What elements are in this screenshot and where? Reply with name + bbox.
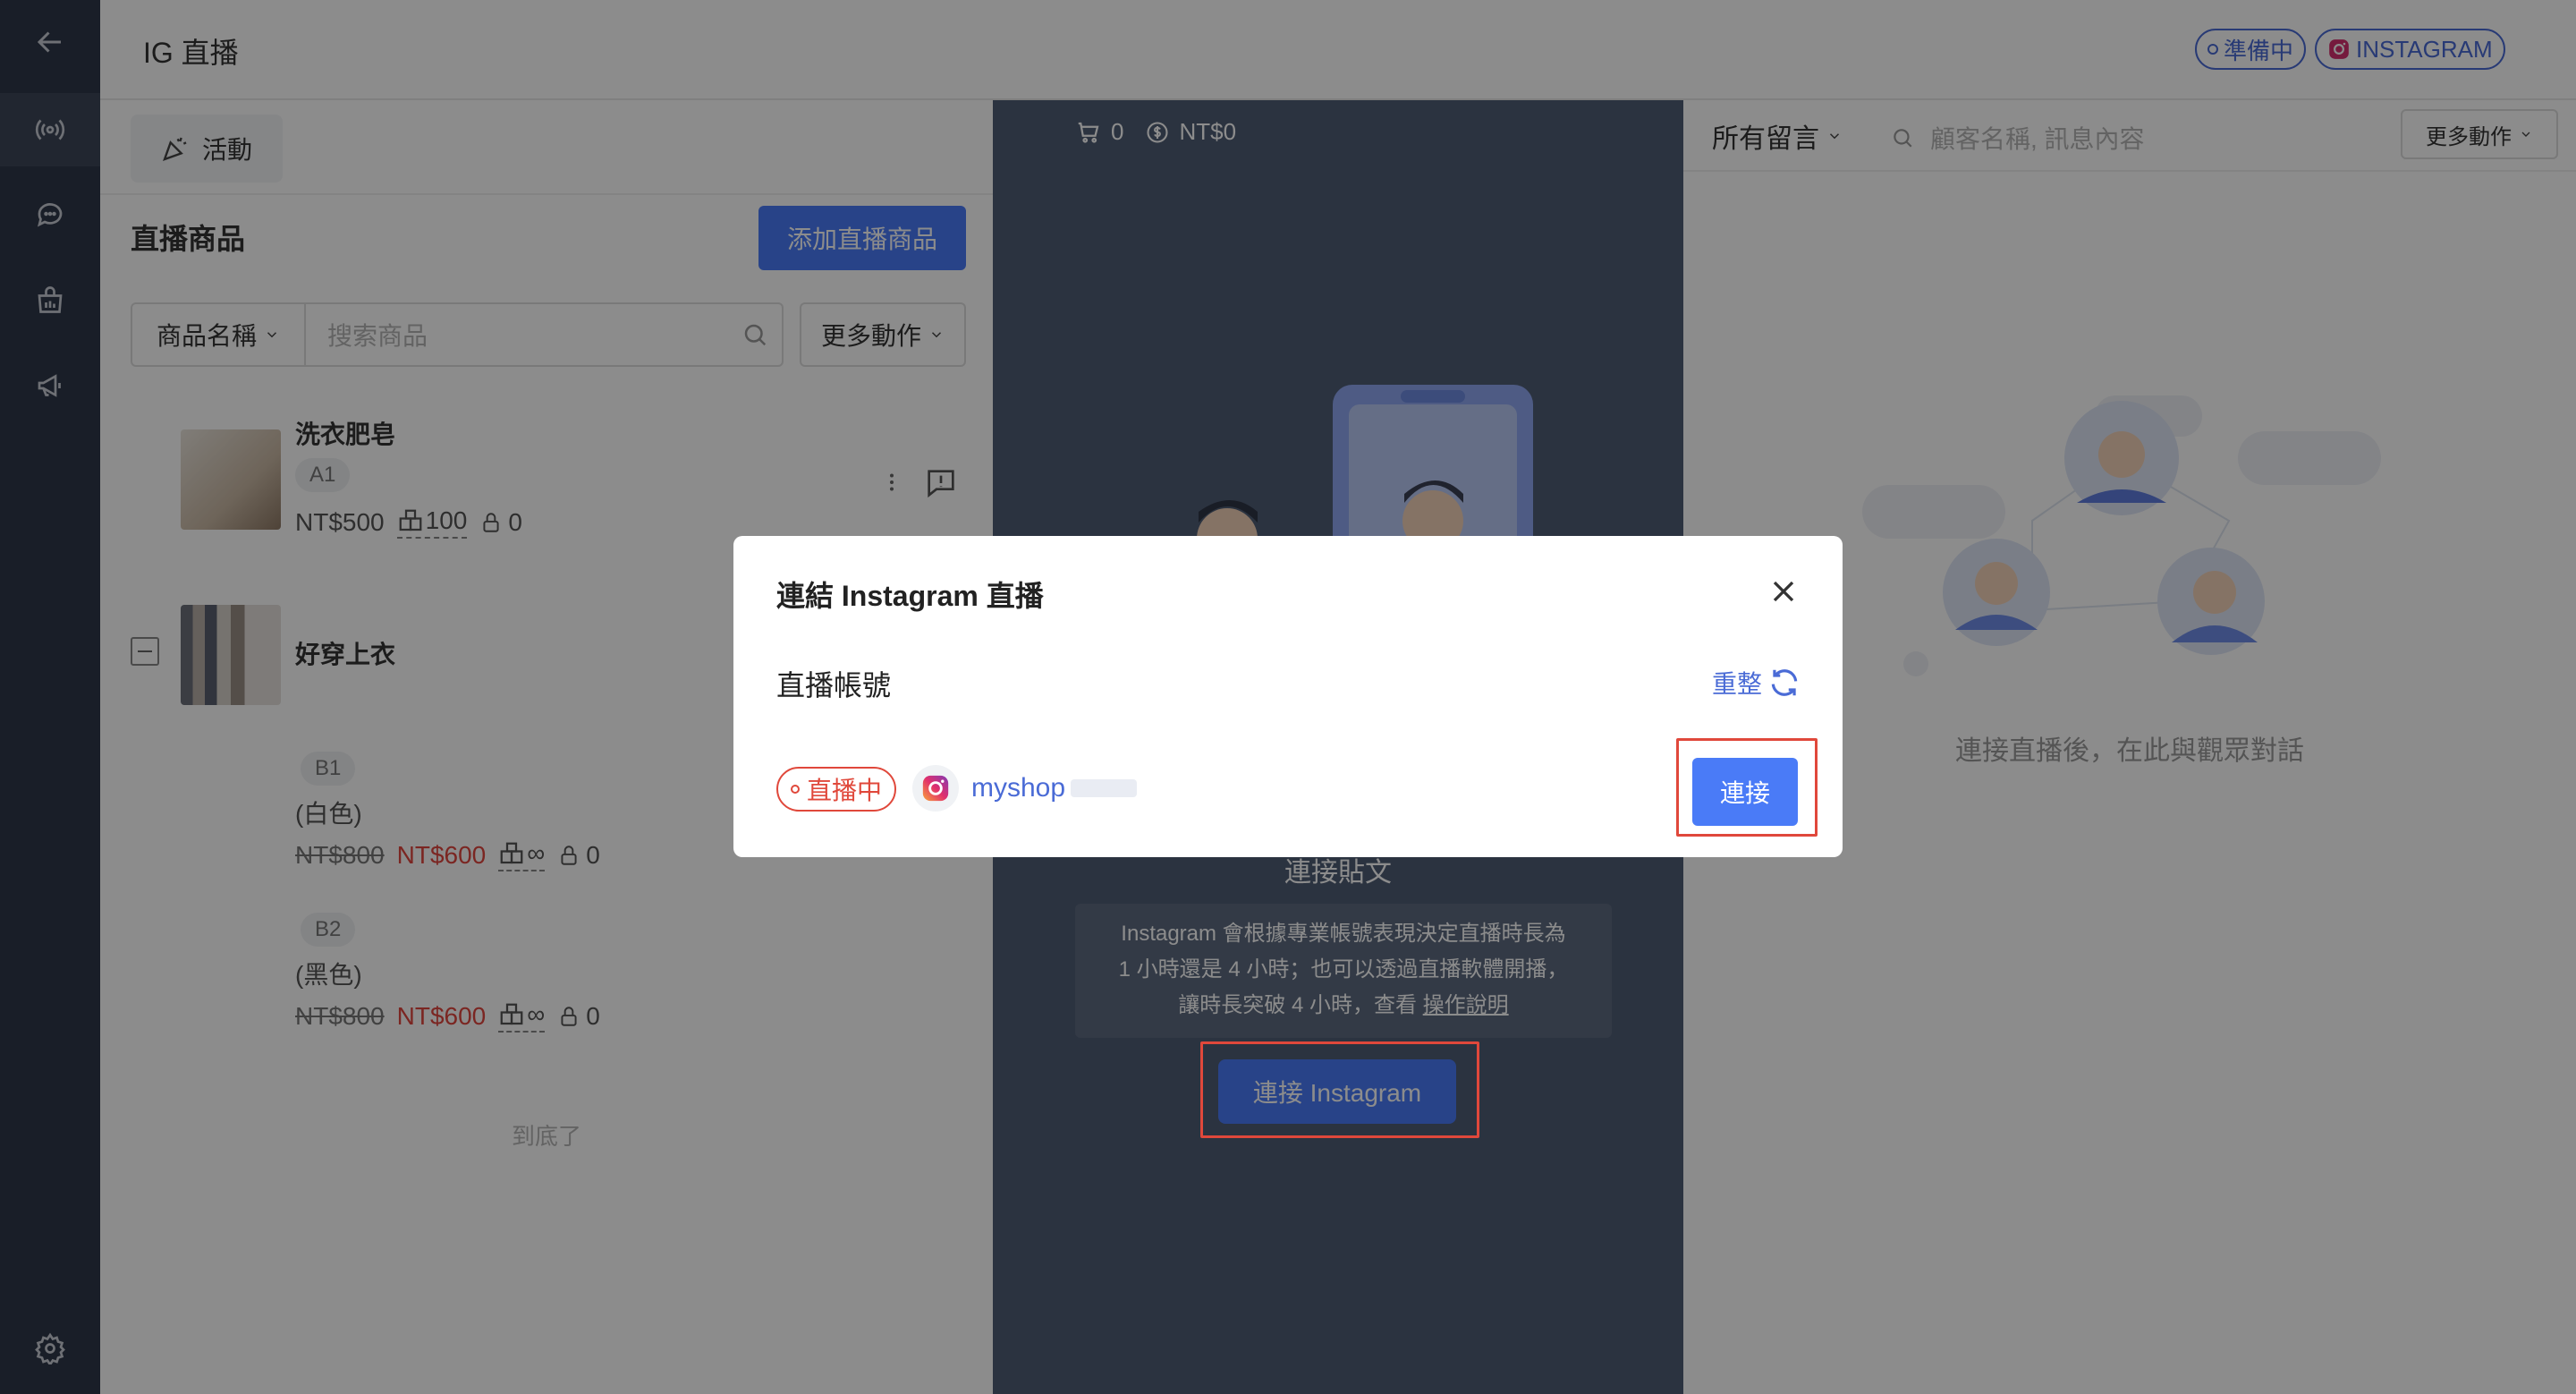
live-status-label: 直播中 bbox=[807, 777, 883, 804]
account-name: myshop bbox=[971, 773, 1066, 803]
live-dot-icon bbox=[791, 785, 800, 794]
highlight-box bbox=[1676, 738, 1818, 837]
app-root: IG 直播 準備中 INSTAGRAM 活動 直播商品 添加直播商品 商品名稱 … bbox=[0, 0, 2576, 1394]
refresh-icon bbox=[1771, 669, 1798, 696]
redacted-text bbox=[1071, 779, 1138, 797]
live-status-badge: 直播中 bbox=[776, 767, 897, 812]
account-info: myshop bbox=[912, 765, 1138, 812]
modal-title: 連結 Instagram 直播 bbox=[776, 580, 1044, 612]
account-label: 直播帳號 bbox=[776, 669, 892, 701]
instagram-icon bbox=[912, 765, 959, 812]
refresh-label: 重整 bbox=[1712, 670, 1763, 698]
close-icon[interactable] bbox=[1766, 574, 1801, 609]
highlight-box bbox=[1200, 1041, 1479, 1138]
refresh-button[interactable]: 重整 bbox=[1712, 665, 1801, 701]
